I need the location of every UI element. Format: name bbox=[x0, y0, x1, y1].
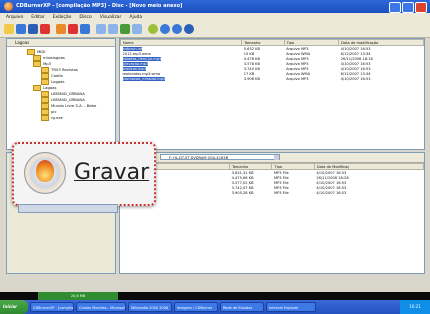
taskbar: Iniciar CDBurnerXP - [compilaç Contas Mo… bbox=[0, 300, 430, 314]
view-icon[interactable] bbox=[96, 24, 106, 34]
tree-item[interactable]: Mp3 bbox=[33, 61, 51, 67]
tree-item[interactable]: LBSMAD_URBANA bbox=[41, 91, 85, 97]
maximize-button[interactable] bbox=[402, 2, 414, 13]
tree-item[interactable]: Cadits bbox=[41, 73, 63, 79]
back-icon[interactable] bbox=[160, 24, 170, 34]
menu-editar[interactable]: Editar bbox=[31, 15, 44, 20]
menu-bar: Arquivo Editar Exibição Disco Visualizar… bbox=[0, 13, 430, 21]
menu-ajuda[interactable]: Ajuda bbox=[129, 15, 142, 20]
table-row[interactable]: promocao.mp33.905,28 KBMP3 File4/10/2007… bbox=[121, 190, 424, 195]
taskbar-item[interactable]: Contas Movidas - Microsoft bbox=[76, 302, 126, 312]
start-button[interactable]: Iniciar bbox=[0, 300, 28, 314]
burn-button-label: Gravar bbox=[74, 160, 150, 185]
flame-icon bbox=[36, 160, 54, 182]
tree-item[interactable]: Lagoas bbox=[41, 79, 64, 85]
tree-item[interactable]: TR03 Revistas bbox=[41, 67, 78, 73]
disc-info-icon[interactable] bbox=[80, 24, 90, 34]
file-list[interactable]: Nome Tamanho Tipo Data de modificação au… bbox=[119, 38, 425, 150]
folder-up-icon[interactable] bbox=[132, 24, 142, 34]
menu-exibicao[interactable]: Exibição bbox=[53, 15, 72, 20]
folder-icon bbox=[41, 115, 49, 121]
tree-item[interactable]: rg.exe bbox=[41, 115, 63, 121]
table-row[interactable]: promocao_mirador.mp3 3.906 KB Arquivo MP3 4… bbox=[121, 76, 424, 81]
address-bar[interactable]: Lagoas bbox=[7, 39, 115, 47]
burn-button[interactable]: Gravar bbox=[12, 142, 156, 206]
minimize-button[interactable] bbox=[389, 2, 401, 13]
tree-item[interactable]: pic bbox=[41, 109, 57, 115]
tree-item[interactable]: Mundo Livre S.A. - Bebe bbox=[41, 103, 96, 109]
progress-bar bbox=[18, 204, 118, 213]
add-icon[interactable] bbox=[120, 24, 130, 34]
chevron-down-icon[interactable] bbox=[274, 155, 279, 160]
delete-icon[interactable] bbox=[40, 24, 50, 34]
app-icon bbox=[4, 2, 13, 11]
tree-item[interactable]: LBSMAD_URBANA bbox=[41, 97, 85, 103]
toolbar bbox=[0, 21, 430, 38]
drive-bar: F: HL-DT-ST DVDRAM GSA-4163B bbox=[120, 153, 424, 163]
save-icon[interactable] bbox=[28, 24, 38, 34]
tree-item[interactable]: minelagoas bbox=[33, 55, 65, 61]
taskbar-item[interactable]: Wikipedia 2000 2008 bbox=[128, 302, 172, 312]
taskbar-item[interactable]: imagens / CDBurner bbox=[174, 302, 218, 312]
forward-icon[interactable] bbox=[172, 24, 182, 34]
drive-select[interactable]: F: HL-DT-ST DVDRAM GSA-4163B bbox=[160, 154, 280, 160]
address-value: Lagoas bbox=[15, 40, 30, 45]
file-table: Nome Tamanho Tipo Data de modificação au… bbox=[120, 39, 424, 81]
compilation-list[interactable]: F: HL-DT-ST DVDRAM GSA-4163B Nome Tamanh… bbox=[119, 152, 425, 274]
erase-icon[interactable] bbox=[68, 24, 78, 34]
close-button[interactable] bbox=[415, 2, 427, 13]
disc-usage: 20,6 MB bbox=[38, 292, 118, 300]
burn-icon[interactable] bbox=[56, 24, 66, 34]
open-icon[interactable] bbox=[16, 24, 26, 34]
folder-icon bbox=[33, 85, 41, 91]
view-icon-2[interactable] bbox=[108, 24, 118, 34]
tree-item[interactable]: Lagoas bbox=[33, 85, 56, 91]
clock: 16:21 bbox=[400, 300, 430, 314]
folder-icon bbox=[33, 61, 41, 67]
taskbar-item[interactable]: CDBurnerXP - [compilaç bbox=[30, 302, 74, 312]
folder-tree[interactable]: Lagoas MIDI minelagoas Mp3 TR03 Revistas… bbox=[6, 38, 116, 150]
menu-visualizar[interactable]: Visualizar bbox=[100, 15, 122, 20]
taskbar-item[interactable]: Internet Explorer bbox=[266, 302, 316, 312]
title-bar: CDBurnerXP - [compilação MP3] - Disc - [… bbox=[0, 0, 430, 13]
window-title: CDBurnerXP - [compilação MP3] - Disc - [… bbox=[16, 3, 183, 9]
compilation-table: Nome Tamanho Tipo Data de Modificaç Wp33… bbox=[120, 163, 424, 195]
status-bar: 20,6 MB bbox=[0, 292, 430, 300]
new-icon[interactable] bbox=[4, 24, 14, 34]
help-icon[interactable] bbox=[184, 24, 194, 34]
play-icon[interactable] bbox=[148, 24, 158, 34]
menu-arquivo[interactable]: Arquivo bbox=[6, 15, 23, 20]
tree-item[interactable]: MIDI bbox=[27, 49, 45, 55]
taskbar-item[interactable]: Rede de Estudos bbox=[220, 302, 264, 312]
menu-disco[interactable]: Disco bbox=[79, 15, 91, 20]
